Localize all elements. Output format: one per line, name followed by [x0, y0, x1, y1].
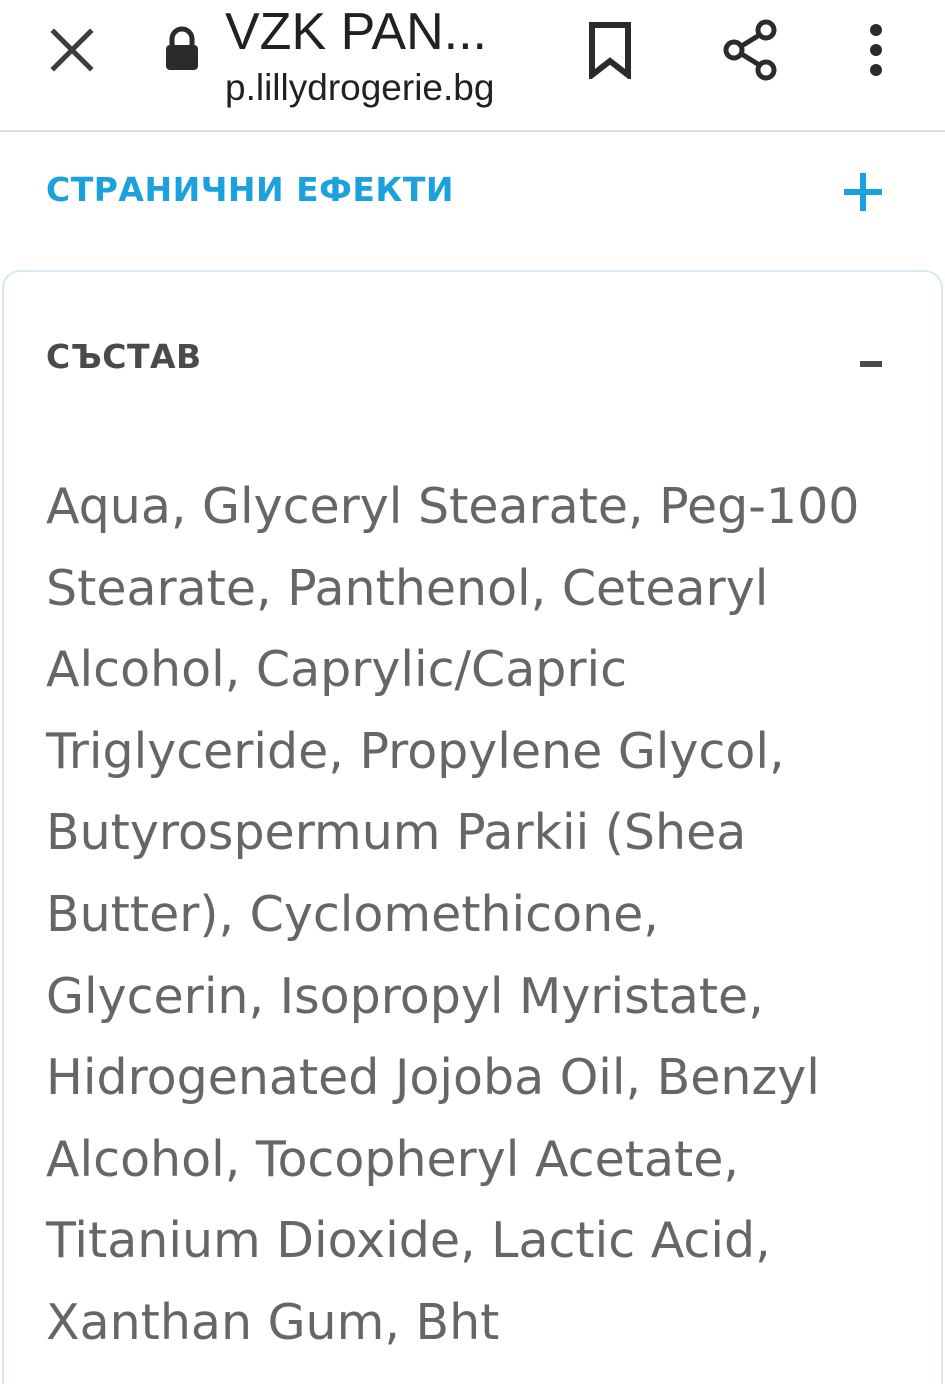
more-options-button[interactable]: [846, 14, 906, 86]
more-vert-icon: [870, 24, 882, 76]
ingredients-line: Butter), Cyclomethicone,: [46, 885, 659, 943]
composition-label[interactable]: СЪСТАВ: [46, 337, 202, 376]
ingredients-line: Triglyceride, Propylene Glycol,: [46, 722, 785, 780]
minus-icon[interactable]: [860, 361, 882, 367]
ingredients-line: Stearate, Panthenol, Cetearyl: [46, 559, 769, 617]
browser-toolbar: VZK PAN... p.lillydrogerie.bg: [0, 0, 945, 132]
ingredients-line: Glycerin, Isopropyl Myristate,: [46, 967, 764, 1025]
share-icon: [723, 19, 777, 81]
close-icon: [50, 28, 94, 72]
url-area[interactable]: VZK PAN... p.lillydrogerie.bg: [225, 4, 545, 114]
side-effects-label[interactable]: СТРАНИЧНИ ЕФЕКТИ: [46, 170, 454, 209]
lock-icon: [162, 24, 202, 72]
close-button[interactable]: [30, 18, 114, 82]
ingredients-line: Alcohol, Caprylic/Capric: [46, 641, 628, 699]
ingredients-line: Hidrogenated Jojoba Oil, Benzyl: [46, 1049, 820, 1107]
ingredients-line: Xanthan Gum, Bht: [46, 1293, 500, 1351]
ingredients-line: Alcohol, Tocopheryl Acetate,: [46, 1130, 739, 1188]
page-title: VZK PAN...: [225, 3, 487, 61]
bookmark-icon: [589, 22, 631, 79]
share-button[interactable]: [712, 12, 788, 88]
page-url: p.lillydrogerie.bg: [225, 67, 495, 108]
ingredients-line: Titanium Dioxide, Lactic Acid,: [46, 1212, 771, 1270]
ingredients-line: Aqua, Glyceryl Stearate, Peg-100: [46, 478, 860, 535]
ingredients-line: Butyrospermum Parkii (Shea: [46, 804, 747, 862]
plus-icon[interactable]: [844, 173, 882, 211]
bookmark-button[interactable]: [574, 14, 646, 86]
ingredients-text: Aqua, Glyceryl Stearate, Peg-100 Stearat…: [46, 466, 906, 1364]
